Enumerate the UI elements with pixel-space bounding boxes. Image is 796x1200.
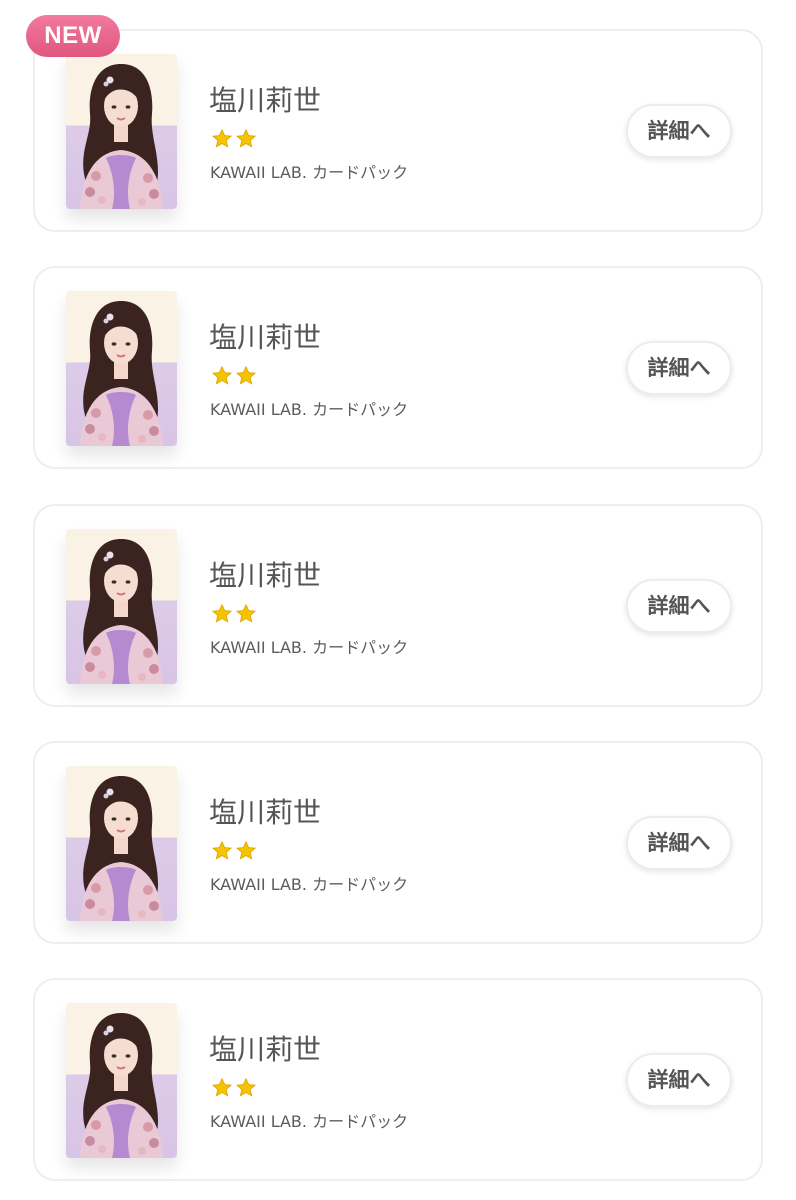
card-thumbnail[interactable] — [66, 529, 177, 684]
card-name: 塩川莉世 — [209, 321, 322, 354]
pack-label: KAWAII LAB. カードパック — [210, 638, 409, 657]
new-badge: NEW — [26, 15, 120, 57]
detail-button[interactable]: 詳細へ — [626, 816, 732, 870]
star-icon — [211, 365, 233, 385]
card-thumbnail[interactable] — [66, 291, 177, 446]
star-icon — [211, 603, 233, 623]
card-thumbnail[interactable] — [66, 1003, 177, 1158]
star-icon — [235, 840, 257, 860]
pack-label: KAWAII LAB. カードパック — [210, 1112, 409, 1131]
detail-button[interactable]: 詳細へ — [626, 341, 732, 395]
detail-button[interactable]: 詳細へ — [626, 579, 732, 633]
card-item[interactable]: 塩川莉世 KAWAII LAB. カードパック 詳細へ — [33, 741, 763, 944]
card-item[interactable]: 塩川莉世 KAWAII LAB. カードパック 詳細へ — [33, 266, 763, 469]
star-icon — [211, 840, 233, 860]
card-thumbnail[interactable] — [66, 766, 177, 921]
star-rating — [211, 128, 257, 152]
card-name: 塩川莉世 — [209, 1033, 322, 1066]
card-list: NEW 塩川莉世 KAWAII LAB. カードパック 詳細へ 塩川莉世 KAW… — [0, 0, 796, 1200]
card-item[interactable]: 塩川莉世 KAWAII LAB. カードパック 詳細へ — [33, 504, 763, 707]
star-rating — [211, 603, 257, 627]
star-rating — [211, 365, 257, 389]
card-thumbnail[interactable] — [66, 54, 177, 209]
star-icon — [211, 128, 233, 148]
star-icon — [211, 1077, 233, 1097]
pack-label: KAWAII LAB. カードパック — [210, 163, 409, 182]
star-rating — [211, 1077, 257, 1101]
card-name: 塩川莉世 — [209, 796, 322, 829]
detail-button[interactable]: 詳細へ — [626, 1053, 732, 1107]
pack-label: KAWAII LAB. カードパック — [210, 875, 409, 894]
card-item[interactable]: 塩川莉世 KAWAII LAB. カードパック 詳細へ — [33, 978, 763, 1181]
pack-label: KAWAII LAB. カードパック — [210, 400, 409, 419]
star-icon — [235, 1077, 257, 1097]
card-name: 塩川莉世 — [209, 84, 322, 117]
star-icon — [235, 128, 257, 148]
detail-button[interactable]: 詳細へ — [626, 104, 732, 158]
card-item[interactable]: 塩川莉世 KAWAII LAB. カードパック 詳細へ — [33, 29, 763, 232]
star-rating — [211, 840, 257, 864]
star-icon — [235, 603, 257, 623]
card-name: 塩川莉世 — [209, 559, 322, 592]
star-icon — [235, 365, 257, 385]
